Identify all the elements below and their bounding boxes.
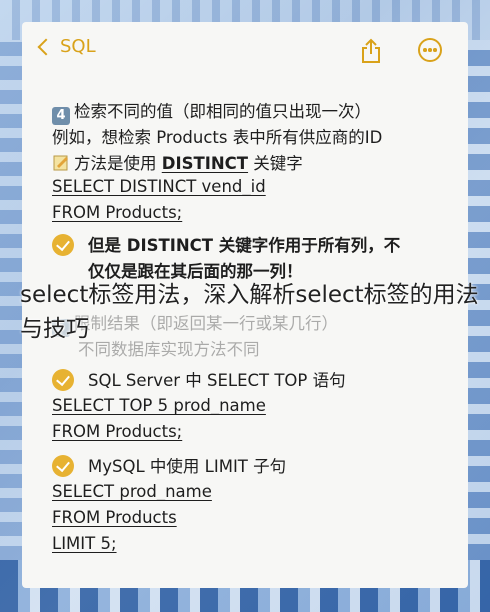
chevron-left-icon [37,38,55,55]
code-line: FROM Products [52,508,177,527]
mysql-label: MySQL 中使用 LIMIT 子句 [52,453,286,477]
sqlserver-label: SQL Server 中 SELECT TOP 语句 [52,367,346,391]
code-line: SELECT prod_name [52,482,212,501]
code-line: FROM Products; [52,203,183,222]
code-line: LIMIT 5; [52,534,117,553]
share-button[interactable] [360,38,382,64]
item4-heading: 4 检索不同的值（即相同的值只出现一次） [52,98,371,125]
code-line: SELECT TOP 5 prod_name [52,396,266,415]
code-line: SELECT DISTINCT vend_id [52,177,266,196]
checkmark-icon [52,455,74,477]
back-label: SQL [60,36,96,57]
number-badge: 4 [52,107,70,125]
nav-bar: SQL [22,22,468,78]
background-pattern-left [0,40,22,560]
ellipsis-icon [423,48,437,52]
checkmark-icon [52,234,74,256]
code-line: FROM Products; [52,422,183,441]
overlay-title: select标签用法，深入解析select标签的用法与技巧 [20,282,479,342]
share-icon [362,38,380,63]
example-text: 例如，想检索 Products 表中所有供应商的ID [52,128,383,147]
back-button[interactable]: SQL [36,36,96,57]
more-options-button[interactable] [418,38,442,62]
note-line: 但是 DISTINCT 关键字作用于所有列，不 [52,232,400,256]
checkmark-icon [52,369,74,391]
method-text: 方法是使用 DISTINCT 关键字 [52,150,303,174]
memo-icon [52,154,70,172]
